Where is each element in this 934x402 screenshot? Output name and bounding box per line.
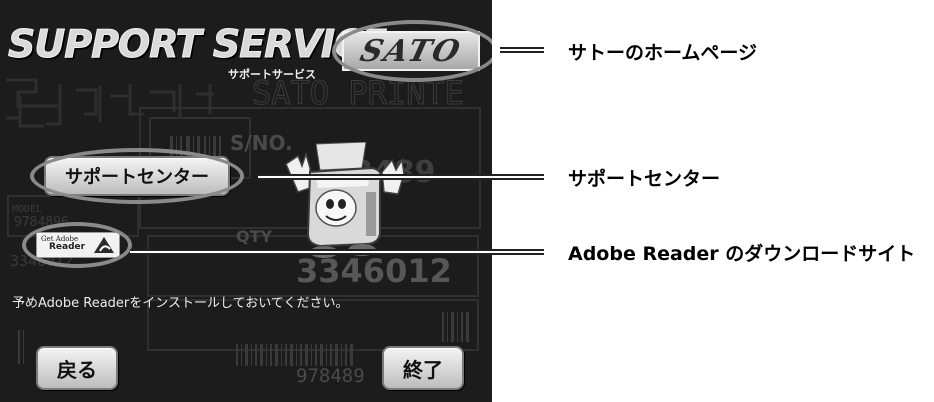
back-button[interactable]: 戻る [36,346,118,390]
printer-mascot-icon [285,142,405,258]
adobe-callout-label: Adobe Reader のダウンロードサイト [568,243,916,265]
exit-button[interactable]: 終了 [382,346,464,390]
sato-logo-link[interactable]: SATO [342,31,480,71]
sato-logo-text: SATO [356,33,466,69]
support-service-panel: SATO PRINTE S/NO. 3489 QTY 3346012 MODEL… [0,0,492,402]
install-instruction: 予めAdobe Readerをインストールしておいてください。 [12,296,349,311]
bg-barcode-number-1: 9784896 [14,215,69,230]
adobe-reader-icon [94,237,114,253]
logo-callout-label: サトーのホームページ [568,42,758,64]
support-center-callout-line [258,174,544,176]
app-title: SUPPORT SERVICE [8,22,388,67]
bg-qty-label: QTY [236,227,273,246]
adobe-badge-text: Get Adobe Reader [41,235,86,252]
logo-callout-line [500,47,544,49]
adobe-callout-line [130,249,544,251]
support-center-button[interactable]: サポートセンター [44,156,230,196]
support-center-callout-label: サポートセンター [568,168,721,190]
bg-barcode-number-2: 978489 [296,365,365,387]
adobe-badge-line2: Reader [49,242,86,252]
app-subtitle: サポートサービス [228,68,316,81]
bg-model-label: MODEL [12,204,42,215]
get-adobe-reader-badge[interactable]: Get Adobe Reader [36,232,120,258]
